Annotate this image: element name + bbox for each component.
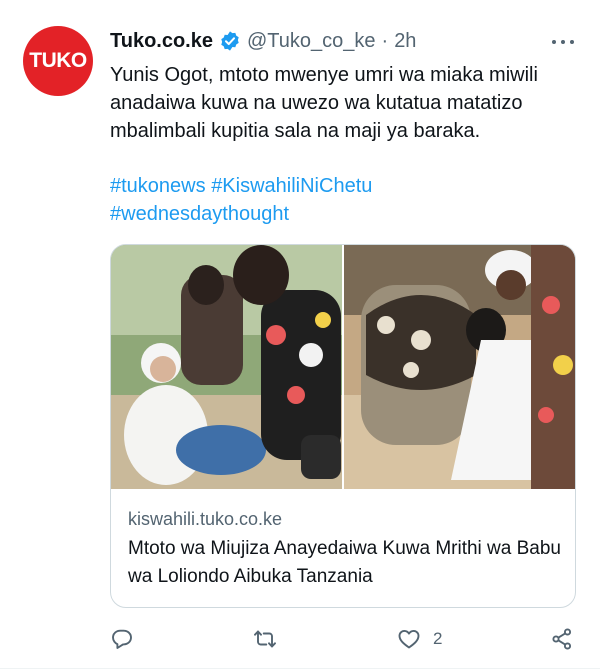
hashtags: #tukonews #KiswahiliNiChetu #wednesdayth… (110, 172, 372, 228)
reply-button[interactable] (110, 624, 134, 654)
hashtag-link[interactable]: #KiswahiliNiChetu (211, 175, 372, 197)
avatar[interactable]: TUKO (23, 26, 93, 96)
tweet-text: Yunis Ogot, mtoto mwenye umri wa miaka m… (110, 64, 538, 142)
verified-badge-icon (219, 30, 241, 52)
separator-dot: · (381, 29, 389, 52)
retweet-button[interactable] (253, 624, 277, 654)
share-button[interactable] (550, 624, 574, 654)
divider (0, 668, 600, 669)
card-title: Mtoto wa Miujiza Anayedaiwa Kuwa Mrithi … (128, 538, 561, 587)
display-name[interactable]: Tuko.co.ke (110, 30, 213, 53)
hashtag-link[interactable]: #tukonews (110, 175, 206, 197)
action-bar: 2 (110, 624, 580, 654)
like-count: 2 (433, 629, 443, 648)
more-dot (552, 40, 556, 44)
hashtag-link[interactable]: #wednesdaythought (110, 200, 372, 228)
more-dot (570, 40, 574, 44)
heart-icon (398, 629, 420, 649)
like-button[interactable]: 2 (397, 624, 442, 654)
tweet[interactable]: TUKO Tuko.co.ke @Tuko_co_ke · 2h Yunis O… (0, 0, 600, 671)
more-dots-icon[interactable] (552, 33, 574, 51)
reply-icon (112, 629, 132, 649)
user-handle[interactable]: @Tuko_co_ke (247, 30, 376, 53)
tweet-header: Tuko.co.ke @Tuko_co_ke · 2h (110, 28, 416, 54)
card-domain: kiswahili.tuko.co.ke (128, 509, 283, 529)
card-image (111, 245, 575, 489)
more-dot (561, 40, 565, 44)
timestamp[interactable]: 2h (394, 30, 416, 53)
retweet-icon (254, 630, 276, 648)
link-card[interactable]: kiswahili.tuko.co.ke Mtoto wa Miujiza An… (110, 244, 576, 608)
avatar-logo-text: TUKO (29, 49, 87, 72)
share-icon (552, 628, 572, 650)
